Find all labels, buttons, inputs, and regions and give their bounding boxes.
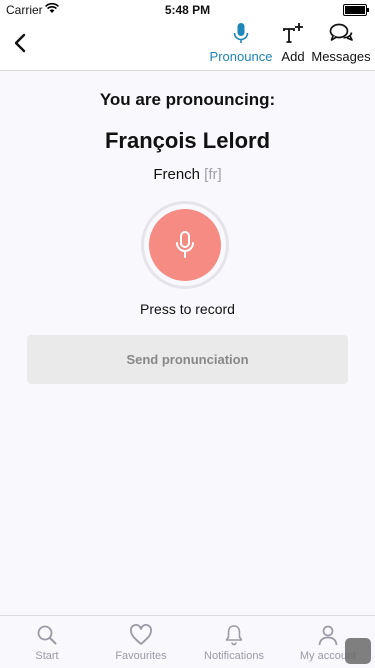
tab-favourites-label: Favourites <box>115 650 167 662</box>
tab-start-label: Start <box>35 650 59 662</box>
tab-notifications-label: Notifications <box>204 650 264 662</box>
record-button-ring <box>141 201 229 289</box>
battery-icon <box>343 4 369 16</box>
chat-bubbles-icon <box>329 23 353 41</box>
microphone-icon <box>176 231 194 258</box>
messages-label: Messages <box>311 49 371 64</box>
press-to-record-label: Press to record <box>140 301 235 317</box>
top-navigation-bar: Pronounce Add Messages <box>0 20 375 71</box>
pronounce-tab[interactable]: Pronounce <box>208 22 274 64</box>
language-name: French <box>153 166 200 183</box>
page-heading: You are pronouncing: <box>99 90 276 109</box>
microphone-icon <box>233 23 249 43</box>
bell-icon <box>225 625 243 646</box>
language-code: [fr] <box>204 166 222 183</box>
send-pronunciation-button[interactable]: Send pronunciation <box>27 335 348 384</box>
tab-start[interactable]: Start <box>0 616 94 668</box>
watermark-badge <box>345 638 371 664</box>
record-button[interactable] <box>149 209 221 281</box>
language-line: French [fr] <box>0 166 375 183</box>
heart-icon <box>130 624 152 645</box>
tab-favourites[interactable]: Favourites <box>94 616 188 668</box>
status-bar: Carrier 5:48 PM <box>0 0 375 20</box>
back-button[interactable] <box>8 28 34 60</box>
pronounced-name: François Lelord <box>104 128 271 153</box>
messages-button[interactable]: Messages <box>310 22 372 64</box>
pronounce-label: Pronounce <box>209 49 273 64</box>
add-label: Add <box>281 49 305 64</box>
tab-notifications[interactable]: Notifications <box>187 616 281 668</box>
add-text-icon <box>283 23 303 43</box>
clock: 5:48 PM <box>164 3 211 17</box>
chevron-left-icon <box>14 33 26 53</box>
search-icon <box>37 625 57 645</box>
user-icon <box>318 625 338 646</box>
bottom-tab-bar: Start Favourites Notifications My accoun… <box>0 615 375 668</box>
add-button[interactable]: Add <box>276 22 310 64</box>
